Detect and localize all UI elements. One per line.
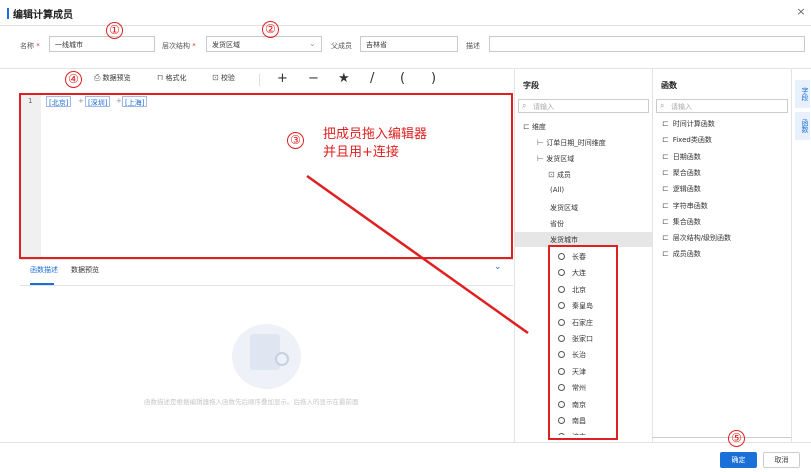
edit-calculated-member-dialog: 编辑计算成员 × 名称 * 一线城市 层次结构 * 发货区域 ⌄ 父成员 吉林省… xyxy=(0,0,811,472)
annotation-arrow-line xyxy=(306,174,529,335)
